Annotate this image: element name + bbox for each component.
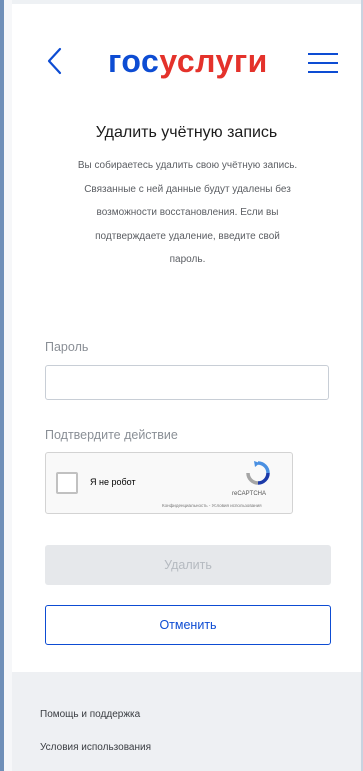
chevron-left-icon[interactable] xyxy=(44,46,66,76)
site-footer: Помощь и поддержка Условия использования xyxy=(12,672,361,771)
password-label: Пароль xyxy=(45,340,89,354)
cancel-button[interactable]: Отменить xyxy=(45,605,331,645)
gosuslugi-logo[interactable]: госуслуги xyxy=(108,41,268,81)
hamburger-menu-icon[interactable] xyxy=(308,53,338,73)
recaptcha-checkbox[interactable] xyxy=(56,472,78,494)
logo-part-gos: гос xyxy=(108,43,160,79)
recaptcha-links[interactable]: Конфиденциальность - Условия использован… xyxy=(162,503,262,508)
logo-part-uslugi: услуги xyxy=(159,43,268,79)
footer-link-help[interactable]: Помощь и поддержка xyxy=(40,709,140,720)
recaptcha-brand-text: reCAPTCHA xyxy=(232,491,267,497)
recaptcha-icon xyxy=(245,460,271,486)
footer-link-terms[interactable]: Условия использования xyxy=(40,742,151,753)
description-line: Связанные с ней данные будут удалены без xyxy=(84,183,291,195)
password-input[interactable] xyxy=(45,365,329,400)
description-text: Вы собираетесь удалить свою учётную запи… xyxy=(30,154,345,272)
description-line: Вы собираетесь удалить свою учётную запи… xyxy=(77,160,298,171)
recaptcha-checkbox-label: Я не робот xyxy=(90,477,136,487)
description-line: возможности восстановления. Если вы xyxy=(96,207,279,218)
delete-button[interactable]: Удалить xyxy=(45,545,331,585)
confirm-action-label: Подтвердите действие xyxy=(45,428,178,442)
recaptcha-widget: Я не робот reCAPTCHA Конфиденциальность … xyxy=(45,452,293,514)
window-frame-gutter xyxy=(4,0,12,771)
description-line: пароль. xyxy=(169,254,206,265)
description-line: подтверждаете удаление, введите свой xyxy=(95,230,280,242)
page-title: Удалить учётную запись xyxy=(95,124,278,141)
site-header: госуслуги xyxy=(12,4,361,114)
